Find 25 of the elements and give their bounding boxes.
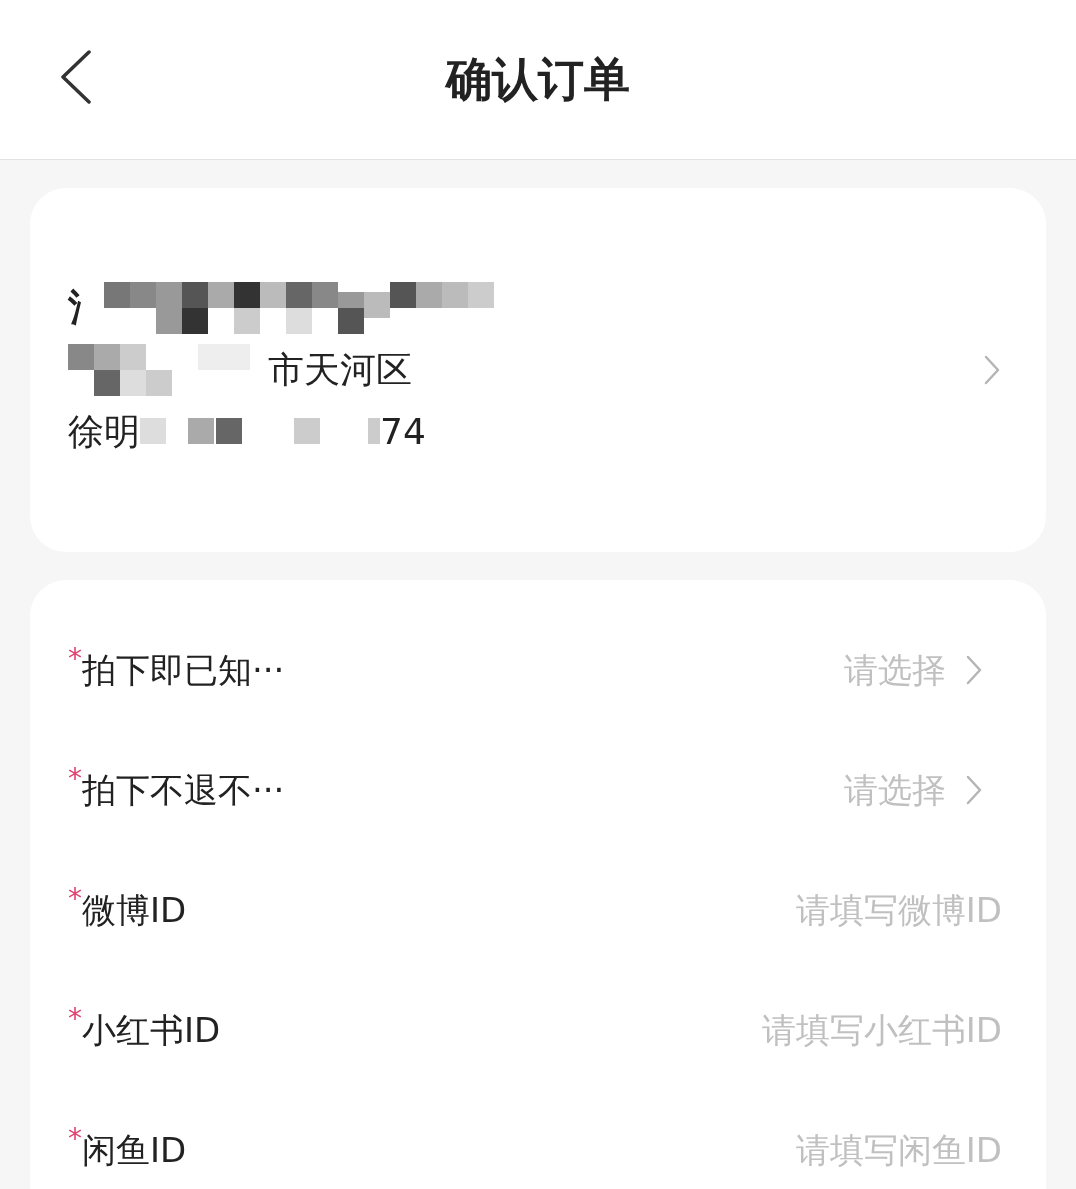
required-asterisk: * <box>68 881 82 917</box>
required-asterisk: * <box>68 1121 82 1157</box>
field-label: 小红书ID <box>82 1008 221 1052</box>
input-field[interactable]: 请填写微博ID <box>522 884 1002 936</box>
field-label: 微博ID <box>82 888 187 932</box>
contact-name: 徐明 <box>68 410 140 454</box>
input-field[interactable]: 请填写闲鱼ID <box>522 1124 1002 1176</box>
address-text: 市天河区 <box>268 348 412 392</box>
required-asterisk: * <box>68 761 82 797</box>
address-card[interactable]: 氵 市天河区 徐明 74 <box>30 188 1046 552</box>
required-asterisk: * <box>68 641 82 677</box>
field-label: 闲鱼ID <box>82 1128 187 1172</box>
page-title: 确认订单 <box>446 51 630 108</box>
chevron-right-icon <box>966 775 982 805</box>
recipient-name: 氵 <box>68 286 104 330</box>
required-asterisk: * <box>68 1001 82 1037</box>
select-field[interactable]: 请选择 <box>844 644 982 696</box>
chevron-right-icon <box>966 655 982 685</box>
chevron-right-icon <box>984 355 1000 385</box>
select-field[interactable]: 请选择 <box>844 764 982 816</box>
back-icon[interactable] <box>60 50 92 104</box>
input-field[interactable]: 请填写小红书ID <box>522 1004 1002 1056</box>
phone-number: 74 <box>380 410 426 454</box>
field-label: 拍下不退不··· <box>82 768 285 812</box>
field-label: 拍下即已知··· <box>82 648 285 692</box>
